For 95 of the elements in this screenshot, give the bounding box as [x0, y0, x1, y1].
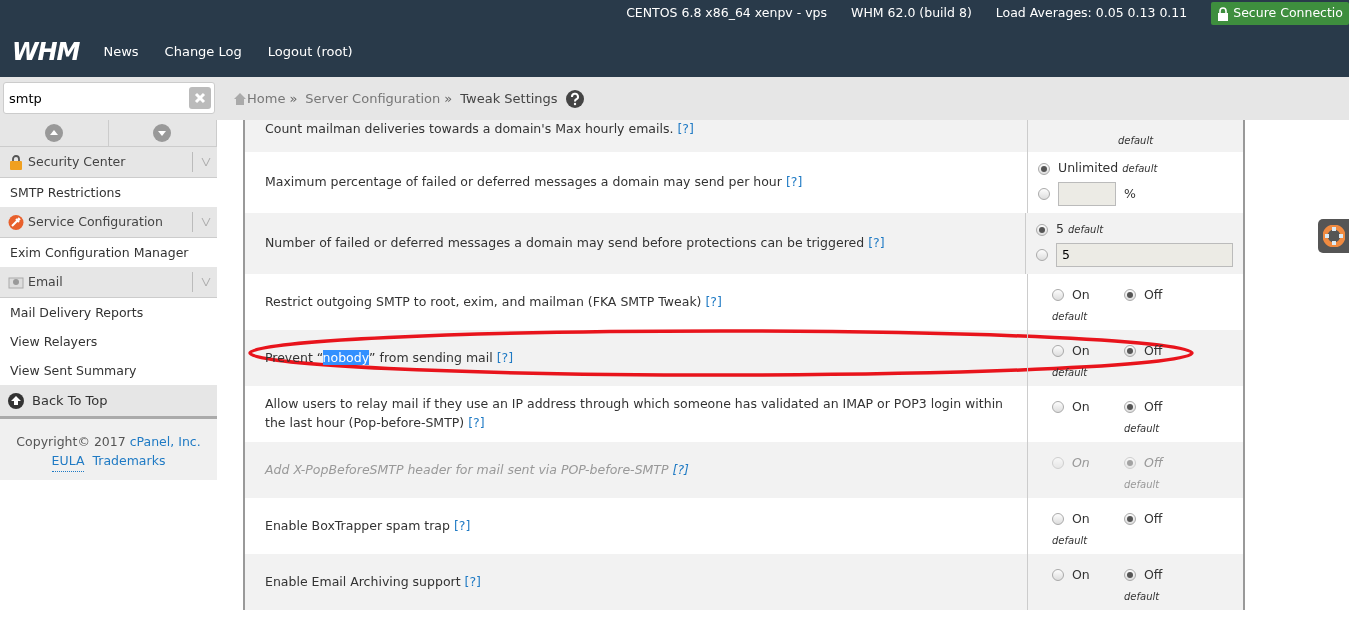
sidebar-item[interactable]: View Sent Summary	[0, 356, 217, 385]
radio-button[interactable]	[1124, 401, 1136, 414]
radio-button[interactable]	[1052, 289, 1064, 302]
radio-button[interactable]	[1124, 289, 1136, 302]
radio-button[interactable]	[1038, 162, 1050, 175]
default-note: default	[1122, 162, 1158, 176]
chevron-down-icon	[201, 276, 211, 288]
footer-link[interactable]: Trademarks	[92, 451, 166, 472]
lock-icon	[8, 153, 24, 171]
option-label: On	[1072, 342, 1090, 360]
default-note: default	[1067, 223, 1104, 237]
help-link[interactable]: [?]	[468, 415, 485, 430]
option-label: On	[1072, 566, 1090, 584]
option-label: Off	[1144, 342, 1163, 360]
input-field[interactable]: 5	[1056, 242, 1233, 267]
copyright-text: Copyright© 2017 cPanel, Inc.	[15, 433, 202, 451]
setting-label: Count mailman deliveries towards a domain's Max hourly emails. [?]	[265, 120, 694, 138]
option-label: 5	[1056, 220, 1064, 239]
breadcrumb-separator: »	[444, 89, 453, 108]
help-link[interactable]: [?]	[705, 293, 722, 309]
default-note: default	[1052, 309, 1089, 324]
footer-link[interactable]: EULA	[51, 451, 85, 472]
breadcrumb-link[interactable]: Server Configuration	[305, 88, 441, 109]
close-icon	[193, 91, 207, 105]
radio-button[interactable]	[1124, 569, 1136, 582]
radio-button[interactable]	[1052, 401, 1064, 414]
radio-button[interactable]	[1038, 187, 1050, 200]
nav-link[interactable]: News	[103, 42, 139, 62]
option-label: Off	[1144, 398, 1163, 416]
default-note: default	[1124, 421, 1161, 436]
help-link[interactable]: [?]	[464, 573, 481, 589]
server-info: Load Averages: 0.05 0.13 0.11	[995, 4, 1188, 23]
lock-icon	[1217, 6, 1230, 21]
option-label: Unlimited	[1058, 159, 1119, 178]
option-label: On	[1072, 286, 1090, 304]
nav-link[interactable]: Change Log	[164, 42, 242, 62]
setting-label: Enable Email Archiving support [?]	[265, 572, 481, 591]
input-field[interactable]	[1058, 181, 1116, 206]
back-to-top-link[interactable]: Back To Top	[0, 385, 217, 419]
section-header[interactable]: Email	[0, 267, 217, 298]
secure-connection-badge[interactable]: Secure Connectio	[1211, 2, 1349, 25]
radio-button[interactable]	[1052, 345, 1064, 358]
option-label: Off	[1144, 454, 1163, 472]
setting-label: Number of failed or deferred messages a domain may send before protections can be triggered [?]	[265, 234, 885, 253]
breadcrumb-link[interactable]: Home	[233, 88, 286, 109]
lifebuoy-icon	[1322, 225, 1345, 247]
radio-button[interactable]	[1036, 248, 1048, 261]
setting-label: Maximum percentage of failed or deferred messages a domain may send per hour [?]	[265, 173, 803, 192]
chevron-down-icon	[201, 216, 211, 228]
section-header[interactable]: Service Configuration	[0, 207, 217, 238]
sidebar-item[interactable]: Exim Configuration Manager	[0, 238, 217, 267]
option-label: Off	[1144, 510, 1163, 528]
server-info: CENTOS 6.8 x86_64 xenpv - vps	[626, 4, 828, 23]
page-title: Tweak Settings	[460, 89, 558, 108]
option-label: On	[1072, 398, 1090, 416]
default-note: default	[1117, 134, 1154, 148]
help-link[interactable]: [?]	[785, 174, 803, 190]
help-link[interactable]: [?]	[496, 349, 514, 365]
help-link[interactable]: [?]	[868, 235, 885, 251]
default-note: default	[1052, 533, 1089, 548]
default-note: default	[1124, 477, 1161, 492]
radio-button[interactable]	[1036, 223, 1048, 236]
radio-button[interactable]	[1052, 513, 1064, 526]
option-label: On	[1072, 454, 1090, 472]
radio-button[interactable]	[1124, 513, 1136, 526]
home-icon	[233, 92, 247, 105]
help-link[interactable]: [?]	[677, 121, 694, 136]
chevron-down-icon	[201, 156, 211, 168]
sidebar-item[interactable]: View Relayers	[0, 327, 217, 356]
help-link[interactable]: [?]	[453, 517, 471, 533]
setting-label: Allow users to relay mail if they use an IP address through which someone has validated an IMAP or POP3 login within the last hour (Pop-before-SMTP) [?]	[265, 395, 1005, 432]
server-info: WHM 62.0 (build 8)	[851, 4, 972, 23]
radio-button[interactable]	[1052, 569, 1064, 582]
wrench-icon	[8, 213, 24, 231]
company-link[interactable]: cPanel, Inc.	[129, 434, 201, 449]
setting-label: Add X-PopBeforeSMTP header for mail sent via POP-before-SMTP [?]	[265, 460, 689, 479]
sidebar-item[interactable]: Mail Delivery Reports	[0, 298, 217, 327]
help-icon[interactable]	[565, 89, 584, 108]
radio-button[interactable]	[1124, 345, 1136, 358]
unit-label: %	[1124, 184, 1136, 203]
clear-button[interactable]	[189, 87, 211, 109]
setting-label: Restrict outgoing SMTP to root, exim, and mailman (FKA SMTP Tweak) [?]	[265, 292, 722, 311]
whm-logo[interactable]: WHM	[12, 34, 80, 70]
nav-link[interactable]: Logout (root)	[267, 42, 353, 62]
option-label: Off	[1144, 566, 1163, 584]
setting-label: Enable BoxTrapper spam trap [?]	[265, 516, 471, 535]
default-note: default	[1124, 589, 1161, 604]
search-field[interactable]: smtp	[3, 82, 215, 114]
option-label: On	[1072, 510, 1090, 528]
default-note: default	[1052, 365, 1089, 380]
sidebar-item[interactable]: SMTP Restrictions	[0, 178, 217, 207]
breadcrumb-separator: »	[289, 89, 298, 108]
section-header[interactable]: Security Center	[0, 147, 217, 178]
option-label: Off	[1144, 286, 1163, 304]
support-button[interactable]	[1318, 219, 1349, 253]
